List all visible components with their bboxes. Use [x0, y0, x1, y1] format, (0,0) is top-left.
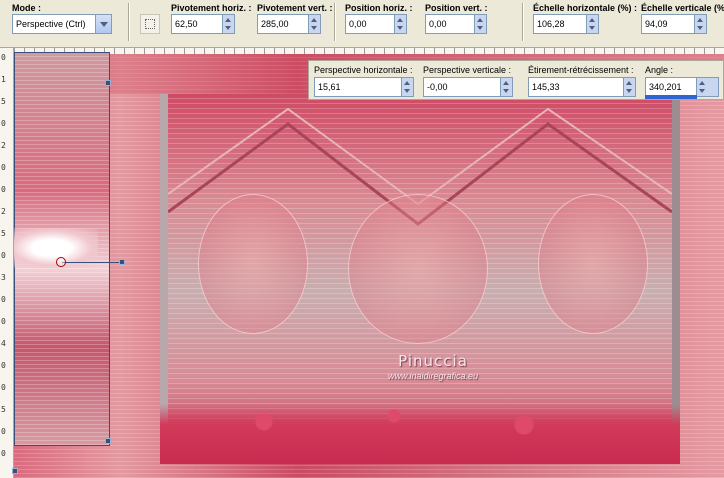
mode-value: Perspective (Ctrl): [16, 19, 86, 29]
angle-slider[interactable]: [645, 95, 697, 99]
pos-v-input[interactable]: 0,00: [425, 14, 487, 34]
pivot-v-value: 285,00: [261, 19, 289, 29]
pivot-v-input[interactable]: 285,00: [257, 14, 321, 34]
divider: [522, 3, 524, 41]
pos-h-value: 0,00: [349, 19, 367, 29]
ruler-tick: 0: [1, 251, 6, 260]
pos-h-spinner[interactable]: [394, 15, 406, 33]
angle-spinner[interactable]: [696, 78, 718, 96]
pos-h-label: Position horiz. :: [345, 3, 413, 13]
image-canvas[interactable]: [14, 54, 724, 478]
ellipse-shape: [538, 194, 648, 334]
scale-v-input[interactable]: 94,09: [641, 14, 707, 34]
scale-v-label: Échelle verticale (%: [641, 3, 724, 13]
ruler-tick: 3: [1, 273, 6, 282]
stretch-input[interactable]: 145,33: [528, 77, 636, 97]
persp-v-label: Perspective verticale :: [423, 65, 512, 75]
pivot-h-label: Pivotement horiz. :: [171, 3, 252, 13]
angle-input[interactable]: 340,201: [645, 77, 719, 97]
pivot-h-value: 62,50: [175, 19, 198, 29]
ruler-tick: 0: [1, 53, 6, 62]
pivot-h-spinner[interactable]: [222, 15, 234, 33]
stretch-label: Étirement-rétrécissement :: [528, 65, 634, 75]
scale-h-value: 106,28: [537, 19, 565, 29]
ruler-tick: 0: [1, 383, 6, 392]
persp-v-input[interactable]: -0,00: [423, 77, 513, 97]
ruler-tick: 0: [1, 119, 6, 128]
ellipse-shape: [348, 194, 488, 344]
corner-handle[interactable]: [105, 80, 111, 86]
ruler-tick: 0: [1, 163, 6, 172]
pivot-v-label: Pivotement vert. :: [257, 3, 333, 13]
stretch-spinner[interactable]: [623, 78, 635, 96]
persp-h-input[interactable]: 15,61: [314, 77, 414, 97]
ellipse-shape: [198, 194, 308, 334]
scale-v-spinner[interactable]: [694, 15, 706, 33]
chevron-down-icon[interactable]: [95, 15, 111, 33]
persp-h-value: 15,61: [318, 82, 341, 92]
ruler-tick: 1: [1, 75, 6, 84]
ruler-tick: 0: [1, 185, 6, 194]
pos-v-label: Position vert. :: [425, 3, 488, 13]
watermark-url: www.inaidiregrafica.eu: [388, 371, 479, 381]
ruler-tick: 4: [1, 339, 6, 348]
persp-v-value: -0,00: [427, 82, 448, 92]
ruler-tick: 5: [1, 229, 6, 238]
persp-h-label: Perspective horizontale :: [314, 65, 413, 75]
vertical-ruler: 0 1 5 0 2 0 0 2 5 0 3 0 0 4 0 0 5 0 0: [0, 48, 14, 478]
pivot-h-input[interactable]: 62,50: [171, 14, 235, 34]
stretch-value: 145,33: [532, 82, 560, 92]
ruler-tick: 2: [1, 141, 6, 150]
scale-h-label: Échelle horizontale (%) :: [533, 3, 638, 13]
angle-label: Angle :: [645, 65, 674, 75]
pos-h-input[interactable]: 0,00: [345, 14, 407, 34]
corner-handle[interactable]: [12, 468, 18, 474]
pivot-handle[interactable]: [56, 257, 66, 267]
inner-frame: [160, 94, 680, 454]
watermark: Pinuccia www.inaidiregrafica.eu: [388, 352, 478, 381]
ruler-tick: 5: [1, 97, 6, 106]
scale-h-spinner[interactable]: [586, 15, 598, 33]
perspective-options-bar: Perspective horizontale : 15,61 Perspect…: [308, 60, 724, 100]
pivot-v-spinner[interactable]: [308, 15, 320, 33]
pos-v-spinner[interactable]: [474, 15, 486, 33]
watermark-name: Pinuccia: [398, 352, 468, 370]
scale-v-value: 94,09: [645, 19, 668, 29]
ruler-tick: 0: [1, 317, 6, 326]
persp-h-spinner[interactable]: [401, 78, 413, 96]
corner-handle[interactable]: [105, 438, 111, 444]
divider: [128, 3, 130, 41]
ruler-tick: 0: [1, 427, 6, 436]
mode-dropdown[interactable]: Perspective (Ctrl): [12, 14, 112, 34]
persp-v-spinner[interactable]: [500, 78, 512, 96]
scale-h-input[interactable]: 106,28: [533, 14, 599, 34]
ruler-tick: 0: [1, 361, 6, 370]
rotation-handle[interactable]: [119, 259, 125, 265]
tool-options-bar: Mode : Perspective (Ctrl) Pivotement hor…: [0, 0, 724, 48]
ruler-tick: 2: [1, 207, 6, 216]
ruler-tick: 0: [1, 295, 6, 304]
red-splash-border: [160, 404, 680, 464]
ruler-tick: 0: [1, 449, 6, 458]
rotation-handle-line: [62, 262, 122, 263]
angle-value: 340,201: [649, 82, 682, 92]
divider: [334, 3, 336, 41]
perspective-tool-icon[interactable]: [140, 14, 160, 34]
ruler-tick: 5: [1, 405, 6, 414]
mode-label: Mode :: [12, 3, 41, 13]
pos-v-value: 0,00: [429, 19, 447, 29]
